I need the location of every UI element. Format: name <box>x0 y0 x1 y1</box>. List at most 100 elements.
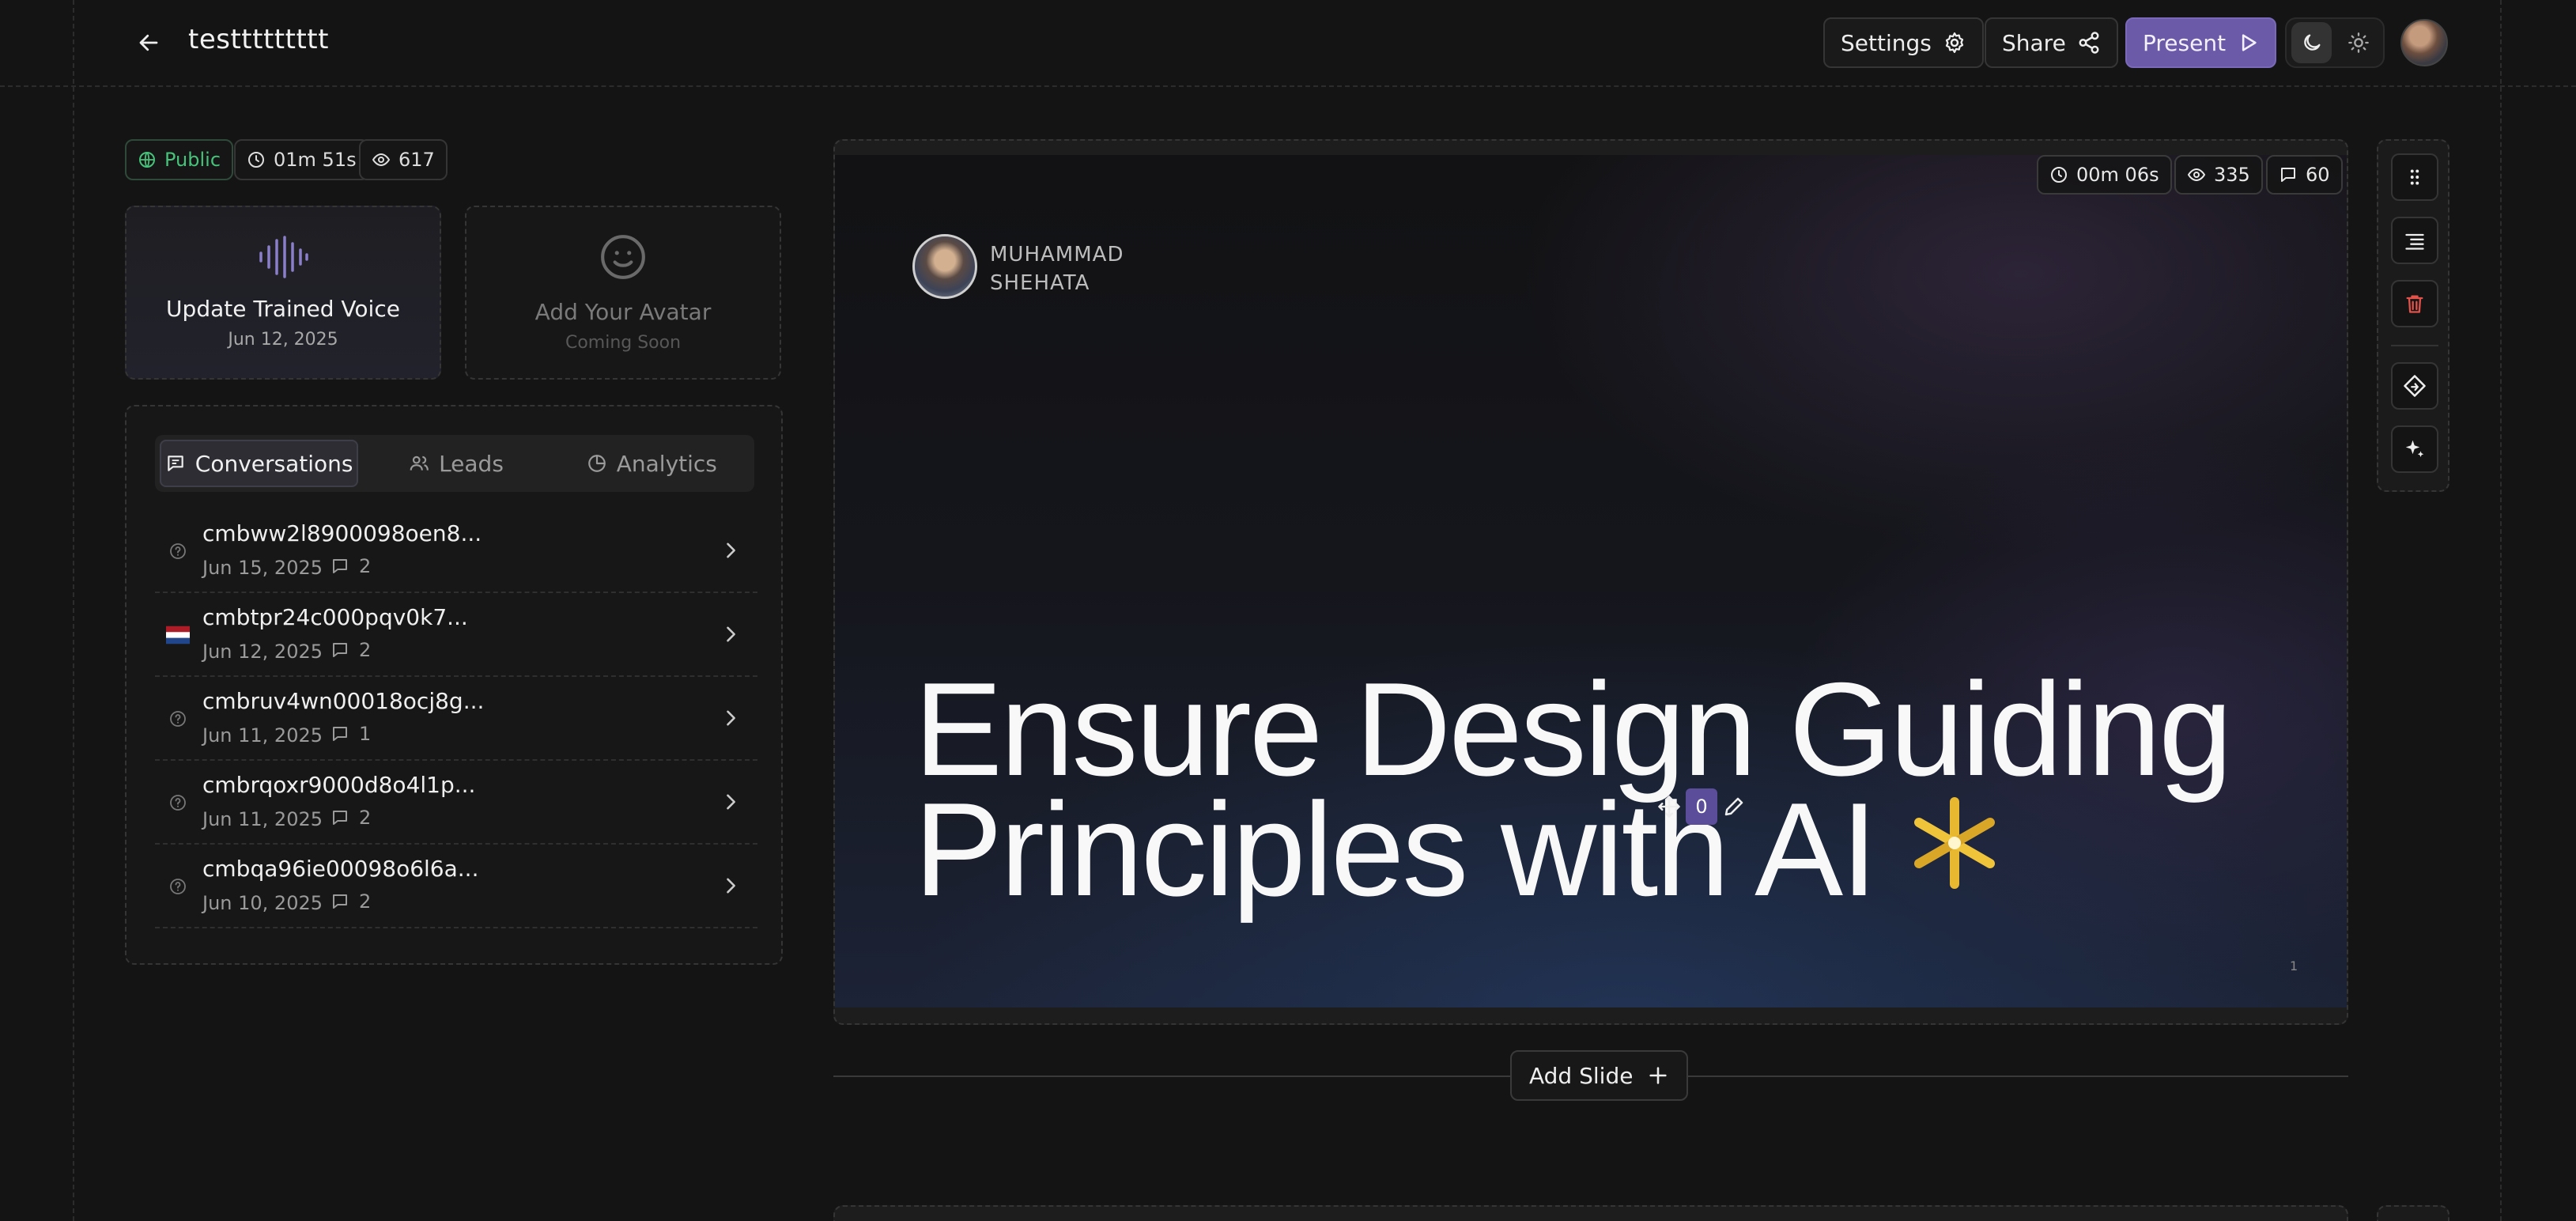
conversation-id: cmbww2l8900098oen8... <box>202 520 482 546</box>
conversation-date: Jun 10, 2025 <box>202 892 323 914</box>
conversation-date: Jun 11, 2025 <box>202 724 323 747</box>
theme-toggle[interactable] <box>2285 17 2385 68</box>
message-count: 2 <box>330 890 371 913</box>
message-icon <box>168 456 183 471</box>
element-edit-chip[interactable]: 0 <box>1657 786 1746 827</box>
duration-badge: 01m 51s <box>234 139 369 180</box>
chevron-right-icon <box>727 794 735 810</box>
slide-number: 1 <box>2290 958 2298 973</box>
comment-icon <box>333 811 347 825</box>
clock-icon <box>248 152 264 168</box>
list-item[interactable]: cmbrqoxr9000d8o4l1p... Jun 11, 2025 2 <box>155 761 757 845</box>
add-slide-label: Add Slide <box>1529 1062 1634 1089</box>
drag-handle-icon <box>2410 169 2419 185</box>
panel-tabs: Conversations Leads Analytics <box>155 435 754 492</box>
slide-comments-badge: 60 <box>2266 155 2343 195</box>
back-button[interactable] <box>133 27 164 59</box>
slide-toolbar <box>2377 139 2449 492</box>
duration-value: 01m 51s <box>274 149 357 171</box>
tab-conversations[interactable]: Conversations <box>160 440 359 487</box>
chevron-right-icon <box>727 710 735 726</box>
add-slide-button[interactable]: Add Slide <box>1510 1050 1689 1101</box>
layout-guide-left <box>73 0 74 1221</box>
avatar-card-title: Add Your Avatar <box>534 299 712 325</box>
list-item[interactable]: cmbqa96ie00098o6l6a... Jun 10, 2025 2 <box>155 845 757 928</box>
toolbar-divider <box>2391 345 2438 346</box>
tab-leads[interactable]: Leads <box>358 440 553 487</box>
conversation-id: cmbqa96ie00098o6l6a... <box>202 856 479 882</box>
unknown-region-icon <box>166 707 190 731</box>
unknown-region-icon <box>166 875 190 898</box>
presenter-last-name: SHEHATA <box>990 271 1090 295</box>
users-icon <box>410 456 429 471</box>
slide-views-badge: 335 <box>2174 155 2263 195</box>
ai-sparkle-button[interactable] <box>2391 425 2438 473</box>
header-divider <box>0 85 2576 87</box>
dark-mode-option[interactable] <box>2291 22 2332 63</box>
chevron-right-icon <box>727 542 735 558</box>
drag-handle-button[interactable] <box>2391 153 2438 201</box>
views-badge: 617 <box>359 139 448 180</box>
sparkle-icon <box>2405 440 2424 457</box>
visibility-label: Public <box>164 149 221 171</box>
user-avatar[interactable] <box>2400 19 2448 66</box>
pie-chart-icon <box>587 455 606 472</box>
present-label: Present <box>2143 29 2227 56</box>
share-button[interactable]: Share <box>1985 17 2118 68</box>
update-voice-card[interactable]: Update Trained Voice Jun 12, 2025 <box>125 206 441 380</box>
voice-waveform-icon <box>259 236 308 278</box>
avatar-card-subtitle: Coming Soon <box>565 333 682 353</box>
reorder-icon <box>2405 233 2424 250</box>
light-mode-option[interactable] <box>2338 22 2378 63</box>
message-count: 2 <box>330 555 371 577</box>
eye-icon <box>2187 168 2206 182</box>
unknown-region-icon <box>166 539 190 563</box>
list-item[interactable]: cmbww2l8900098oen8... Jun 15, 2025 2 <box>155 509 757 593</box>
share-label: Share <box>2002 29 2066 56</box>
presenter-name: MUHAMMAD SHEHATA <box>990 240 1124 297</box>
globe-icon <box>139 152 155 168</box>
reorder-button[interactable] <box>2391 217 2438 264</box>
conversations-panel: Conversations Leads Analytics cmbww2l890… <box>125 405 783 965</box>
slide-headline[interactable]: Ensure Design Guiding Principles with AI <box>914 655 2306 916</box>
arrow-left-icon <box>139 34 158 51</box>
share-icon <box>2079 32 2099 54</box>
netherlands-flag-icon <box>166 623 190 647</box>
play-icon <box>2242 34 2257 51</box>
headline-line-1: Ensure Design Guiding <box>914 655 2233 803</box>
message-count-value: 2 <box>359 890 372 913</box>
clock-icon <box>2051 167 2067 183</box>
voice-card-date: Jun 12, 2025 <box>228 330 338 350</box>
unknown-region-icon <box>166 791 190 815</box>
next-slide-preview[interactable] <box>833 1205 2348 1221</box>
layout-guide-right <box>2500 0 2502 1221</box>
delete-slide-button[interactable] <box>2391 280 2438 327</box>
diamond-button[interactable] <box>2391 362 2438 410</box>
plus-icon <box>1649 1067 1668 1084</box>
slide-duration-value: 00m 06s <box>2076 164 2159 186</box>
comment-icon <box>333 643 347 657</box>
views-value: 617 <box>398 149 435 171</box>
sparkle-pencils-icon <box>1913 797 1995 889</box>
comment-icon <box>333 559 347 573</box>
headline-line-2-wrap: Principles with AI <box>914 783 2306 916</box>
visibility-badge[interactable]: Public <box>125 139 234 180</box>
element-index-badge[interactable]: 0 <box>1686 788 1717 825</box>
slide-views-value: 335 <box>2214 164 2250 186</box>
tab-label: Conversations <box>195 450 353 477</box>
voice-card-title: Update Trained Voice <box>166 296 400 322</box>
conversation-list: cmbww2l8900098oen8... Jun 15, 2025 2 cmb… <box>155 509 757 928</box>
message-count: 2 <box>330 639 371 661</box>
move-icon[interactable] <box>1657 795 1681 818</box>
comment-icon <box>333 727 347 741</box>
tab-label: Leads <box>439 450 504 477</box>
tab-analytics[interactable]: Analytics <box>554 440 750 487</box>
comment-icon <box>2281 168 2295 182</box>
sun-icon <box>2347 32 2369 53</box>
list-item[interactable]: cmbtpr24c000pqv0k7... Jun 12, 2025 2 <box>155 593 757 677</box>
settings-button[interactable]: Settings <box>1823 17 1984 68</box>
settings-label: Settings <box>1841 29 1932 56</box>
pencil-icon[interactable] <box>1722 795 1746 818</box>
present-button[interactable]: Present <box>2125 17 2277 68</box>
list-item[interactable]: cmbruv4wn00018ocj8g... Jun 11, 2025 1 <box>155 677 757 761</box>
